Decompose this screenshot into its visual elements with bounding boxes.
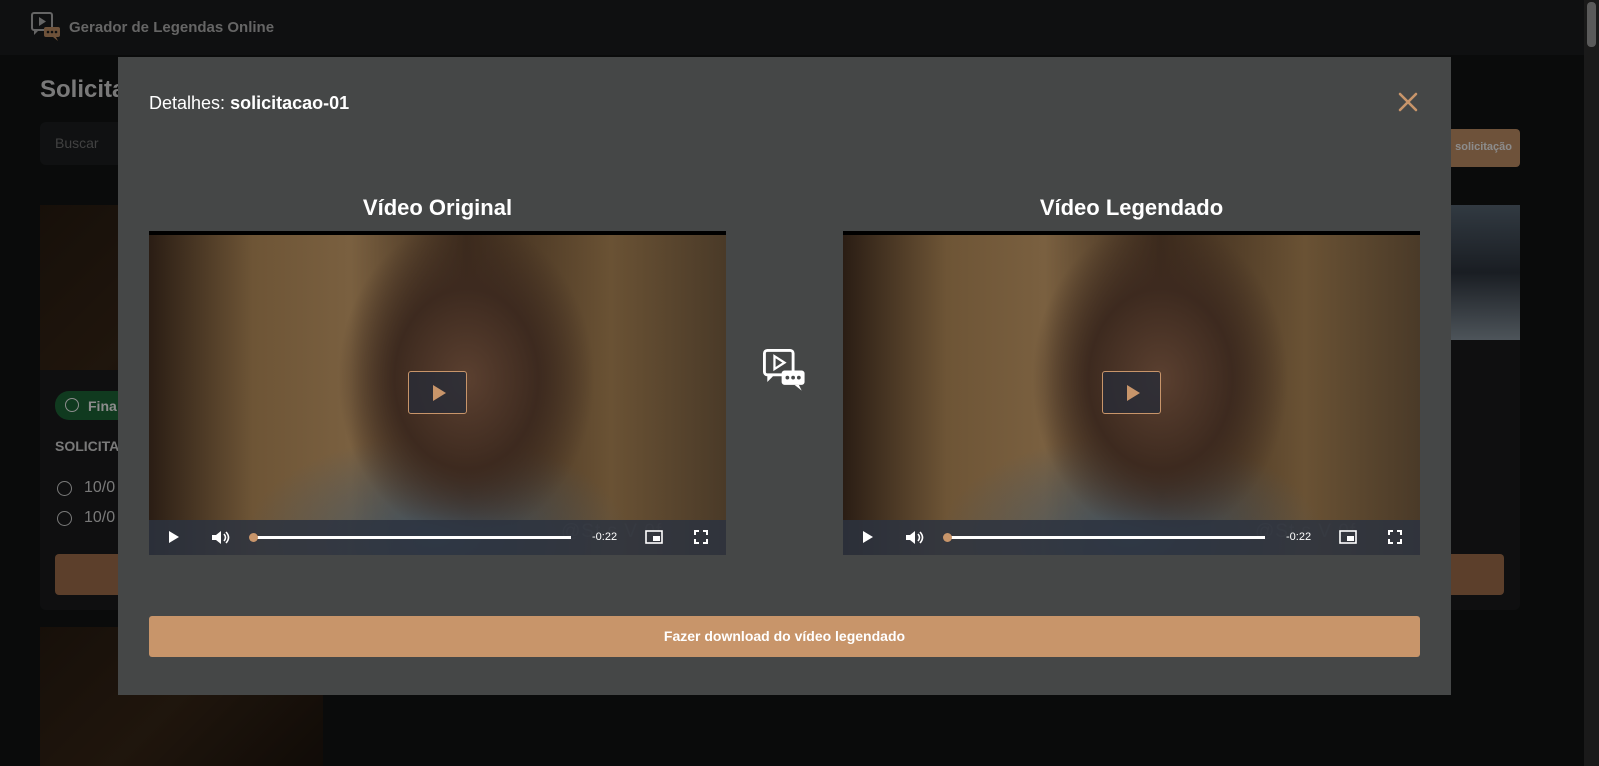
modal-title: Detalhes: solicitacao-01 (149, 93, 349, 114)
play-icon[interactable] (863, 531, 873, 543)
modal-title-name: solicitacao-01 (230, 93, 350, 113)
details-modal: Detalhes: solicitacao-01 Vídeo Original … (118, 57, 1451, 695)
fullscreen-icon[interactable] (694, 530, 708, 544)
play-icon[interactable] (169, 531, 179, 543)
download-subtitled-video-button[interactable]: Fazer download do vídeo legendado (149, 616, 1420, 657)
picture-in-picture-icon[interactable] (1339, 530, 1357, 544)
original-video-title: Vídeo Original (362, 195, 513, 220)
fullscreen-icon[interactable] (1388, 530, 1402, 544)
volume-icon[interactable] (905, 530, 925, 545)
time-remaining: -0:22 (592, 531, 618, 543)
subtitled-video-player[interactable]: @St s V 0f -0:22 (843, 231, 1420, 555)
modal-title-prefix: Detalhes: (149, 93, 226, 113)
progress-knob[interactable] (943, 533, 952, 542)
progress-bar[interactable] (943, 533, 1265, 542)
scrollbar-thumb[interactable] (1587, 2, 1596, 47)
play-button[interactable] (408, 371, 467, 414)
volume-icon[interactable] (211, 530, 231, 545)
play-button[interactable] (1102, 371, 1161, 414)
subtitled-video-title: Vídeo Legendado (1039, 195, 1224, 220)
close-icon[interactable] (1396, 90, 1420, 114)
progress-knob[interactable] (249, 533, 258, 542)
time-remaining: -0:22 (1286, 531, 1312, 543)
picture-in-picture-icon[interactable] (645, 530, 663, 544)
page-scrollbar[interactable] (1584, 0, 1599, 766)
subtitle-video-icon (763, 349, 805, 391)
video-controls: -0:22 (843, 520, 1420, 555)
original-video-player[interactable]: @St s V 0f -0:22 (149, 231, 726, 555)
video-controls: -0:22 (149, 520, 726, 555)
progress-bar[interactable] (249, 533, 571, 542)
